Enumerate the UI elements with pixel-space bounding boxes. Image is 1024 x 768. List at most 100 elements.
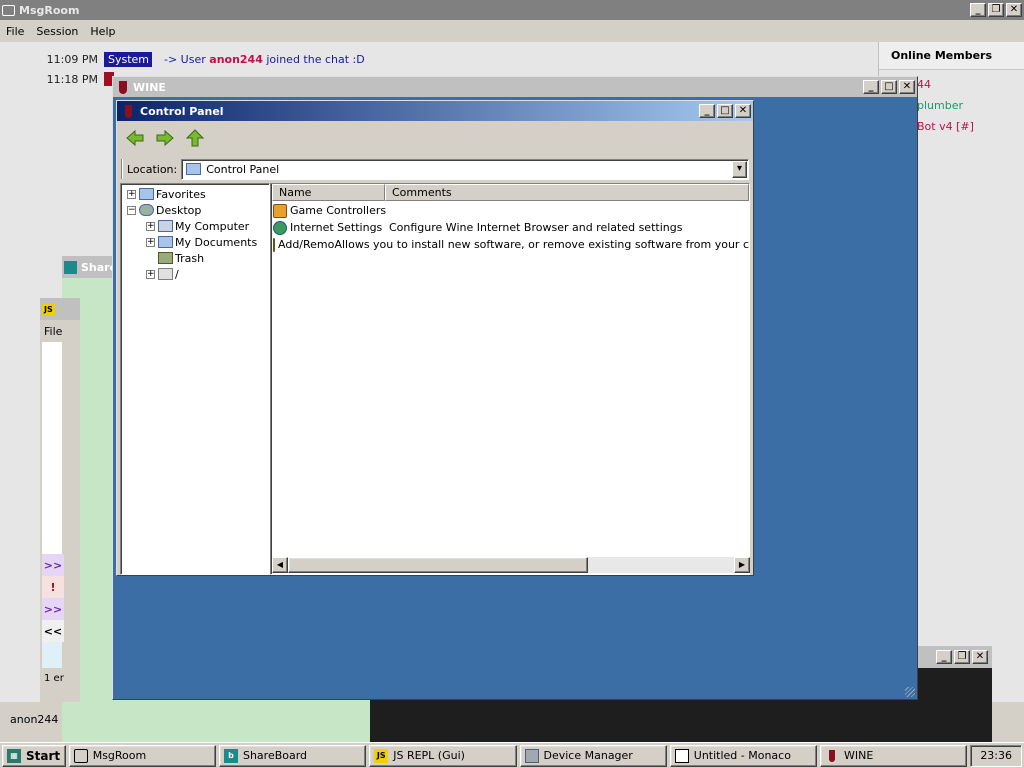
location-bar: Location: Control Panel ▾ [121,157,749,181]
message-text: -> User anon244 joined the chat :D [164,52,365,66]
chat-icon [2,4,15,16]
members-header: Online Members [879,42,1024,70]
task-msgroom[interactable]: MsgRoom [68,744,216,767]
computer-icon [158,220,173,232]
expand-icon[interactable]: + [127,189,136,199]
jsrepl-menu-file[interactable]: File [40,320,80,342]
up-arrow-icon [185,129,205,147]
task-monaco[interactable]: Untitled - Monaco [669,744,818,767]
folder-icon [186,163,202,175]
tree-item-root[interactable]: + / [146,266,179,282]
minimize-button[interactable]: _ [970,3,986,17]
trash-icon [158,252,173,264]
maximize-button[interactable]: □ [881,80,897,94]
device-manager-icon [524,748,539,763]
location-value: Control Panel [206,162,280,176]
close-button[interactable]: ✕ [972,650,988,664]
member-item[interactable]: 44 [917,78,931,91]
game-controller-icon [273,203,287,218]
location-combobox[interactable]: Control Panel ▾ [181,158,749,180]
minimize-button[interactable]: _ [936,650,952,664]
system-badge: System [104,51,152,67]
start-button[interactable]: ▦ Start [2,744,66,767]
control-panel-title: Control Panel [140,104,224,118]
wine-glass-icon [125,104,132,118]
shareboard-icon [64,260,77,274]
task-device-manager[interactable]: Device Manager [519,744,667,767]
wine-titlebar[interactable]: WINE _ □ ✕ [113,77,917,97]
task-wine[interactable]: WINE [820,744,968,767]
navigation-toolbar [121,125,209,151]
scroll-left-icon[interactable]: ◀ [272,557,288,573]
column-header-name[interactable]: Name [272,184,385,201]
expand-icon[interactable]: + [146,237,155,247]
tree-item-my-documents[interactable]: + My Documents [146,234,257,250]
close-button[interactable]: ✕ [735,104,751,118]
task-shareboard[interactable]: b ShareBoard [218,744,367,767]
folder-icon [139,188,154,200]
close-button[interactable]: ✕ [1006,3,1022,17]
run-button[interactable]: >> [42,554,64,576]
shareboard-icon: b [223,748,238,763]
horizontal-scrollbar[interactable]: ◀ ▶ [272,557,750,573]
username-link[interactable]: anon244 [209,53,263,66]
wine-glass-icon [119,80,127,94]
resize-grip[interactable] [905,687,915,697]
maximize-button[interactable]: ❐ [954,650,970,664]
documents-icon [158,236,173,248]
control-panel-window: Control Panel _ □ ✕ Location: Control Pa… [116,100,754,576]
jsrepl-input[interactable] [42,642,62,668]
forward-button[interactable] [151,125,179,151]
control-panel-titlebar[interactable]: Control Panel _ □ ✕ [117,101,753,121]
expand-icon[interactable]: + [146,221,155,231]
jsrepl-output [42,342,62,554]
member-item[interactable]: plumber [917,99,963,112]
jsrepl-titlebar[interactable]: JS [40,298,80,320]
editor-icon [674,748,689,763]
collapse-icon[interactable]: − [127,205,136,215]
scroll-right-icon[interactable]: ▶ [734,557,750,573]
message-time: 11:09 PM [46,52,98,66]
start-icon: ▦ [7,748,21,763]
minimize-button[interactable]: _ [863,80,879,94]
maximize-button[interactable]: ❐ [988,3,1004,17]
menu-file[interactable]: File [6,25,24,38]
list-item[interactable]: Game Controllers [273,202,749,219]
error-button[interactable]: ! [42,576,64,598]
tree-item-favorites[interactable]: + Favorites [127,186,206,202]
minimize-button[interactable]: _ [699,104,715,118]
list-item[interactable]: Internet Settings Configure Wine Interne… [273,219,749,236]
member-item[interactable]: Bot v4 [#] [917,120,974,133]
msgroom-titlebar[interactable]: MsgRoom _ ❐ ✕ [0,0,1024,20]
wine-title: WINE [133,80,166,94]
folder-tree[interactable]: + Favorites − Desktop + My Computer + My Doc… [120,183,270,575]
back-button[interactable] [121,125,149,151]
location-label: Location: [127,162,178,176]
up-button[interactable] [181,125,209,151]
drive-icon [158,268,173,280]
run-button[interactable]: >> [42,598,64,620]
applet-list[interactable]: Name Comments Game Controllers Internet … [270,183,750,575]
jsrepl-status: 1 er [44,672,64,684]
tree-item-trash[interactable]: Trash [158,250,204,266]
list-item[interactable]: Add/Remove Pro... Allows you to install … [273,236,749,253]
chevron-down-icon[interactable]: ▾ [732,160,747,178]
tree-item-my-computer[interactable]: + My Computer [146,218,249,234]
menu-help[interactable]: Help [90,25,115,38]
task-js-repl[interactable]: JS JS REPL (Gui) [369,744,517,767]
chat-message: 11:09 PM System -> User anon244 joined t… [0,50,365,68]
tree-item-desktop[interactable]: − Desktop [127,202,201,218]
js-icon: JS [374,748,389,763]
taskbar: ▦ Start MsgRoom b ShareBoard JS JS REPL (G… [0,742,1024,768]
expand-icon[interactable]: + [146,269,155,279]
scroll-thumb[interactable] [288,557,588,573]
chat-message: 11:18 PM [0,70,114,88]
back-arrow-icon [126,129,144,147]
close-button[interactable]: ✕ [899,80,915,94]
back-button[interactable]: << [42,620,64,642]
maximize-button[interactable]: □ [717,104,733,118]
msgroom-menubar: File Session Help [0,20,1024,42]
column-header-comments[interactable]: Comments [385,184,749,201]
chat-icon [73,748,88,763]
menu-session[interactable]: Session [36,25,78,38]
